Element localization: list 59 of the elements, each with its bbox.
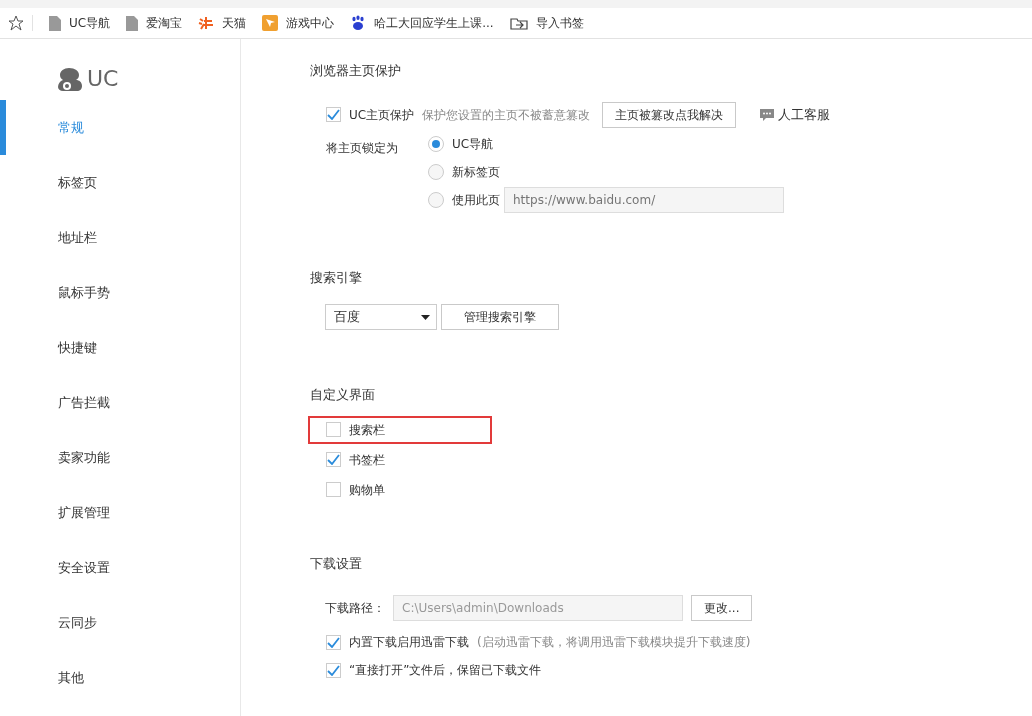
sidebar-item[interactable]: 快捷键 bbox=[0, 320, 240, 375]
bookmark-link[interactable]: UC导航 bbox=[69, 14, 111, 32]
sidebar-item[interactable]: 卖家功能 bbox=[0, 430, 240, 485]
change-button[interactable]: 更改... bbox=[691, 595, 753, 621]
checkbox-label: “直接打开”文件后，保留已下载文件 bbox=[349, 662, 542, 679]
tmall-icon bbox=[198, 16, 215, 30]
cursor-icon bbox=[262, 15, 279, 31]
checkbox-label: UC主页保护 bbox=[349, 106, 415, 124]
checkbox[interactable] bbox=[326, 662, 341, 678]
bookmark-link[interactable]: 爱淘宝 bbox=[146, 14, 183, 32]
sidebar-item[interactable]: 广告拦截 bbox=[0, 375, 240, 430]
checkbox[interactable] bbox=[326, 422, 341, 437]
sidebar-item[interactable]: 云同步 bbox=[0, 595, 240, 650]
sidebar-item[interactable]: 鼠标手势 bbox=[0, 265, 240, 320]
logo-icon bbox=[55, 65, 83, 92]
sidebar-item[interactable]: 常规 bbox=[0, 100, 240, 155]
bookmark-link[interactable]: 导入书签 bbox=[535, 14, 584, 32]
radio-label: 使用此页 bbox=[452, 191, 500, 209]
checkbox[interactable] bbox=[326, 482, 341, 497]
sidebar-item[interactable]: 其他 bbox=[0, 650, 240, 705]
radio-button[interactable] bbox=[428, 191, 444, 208]
sidebar-item[interactable]: 地址栏 bbox=[0, 210, 240, 265]
radio-button[interactable] bbox=[428, 163, 444, 180]
service-link[interactable]: 人工客服 bbox=[760, 104, 831, 125]
sidebar-item[interactable]: 标签页 bbox=[0, 155, 240, 210]
checkbox-label: 内置下载启用迅雷下载 bbox=[349, 634, 469, 651]
section-title: 自定义界面 bbox=[310, 386, 376, 404]
bookmark-link[interactable]: 游戏中心 bbox=[286, 14, 335, 32]
page-icon bbox=[126, 15, 139, 31]
import-icon bbox=[509, 16, 528, 30]
sidebar-item[interactable]: 扩展管理 bbox=[0, 485, 240, 540]
radio-label: UC导航 bbox=[452, 135, 494, 153]
checkbox[interactable] bbox=[326, 452, 341, 467]
chat-icon bbox=[760, 108, 775, 121]
section-title: 浏览器主页保护 bbox=[310, 62, 402, 80]
sidebar-item[interactable]: 安全设置 bbox=[0, 540, 240, 595]
checkbox-label: 书签栏 bbox=[349, 451, 385, 469]
logo-text: UC bbox=[87, 65, 119, 93]
hint-text: 保护您设置的主页不被蓄意篡改 bbox=[422, 106, 591, 124]
radio-button[interactable] bbox=[428, 135, 444, 152]
checkbox[interactable] bbox=[326, 634, 341, 650]
manage-button[interactable]: 管理搜索引擎 bbox=[441, 304, 559, 330]
checkbox-label: 搜索栏 bbox=[349, 421, 385, 439]
star-icon[interactable] bbox=[8, 15, 33, 31]
radio-label: 新标签页 bbox=[452, 163, 500, 181]
fix-button[interactable]: 主页被篡改点我解决 bbox=[602, 101, 737, 128]
note-text: (启动迅雷下载，将调用迅雷下载模块提升下载速度) bbox=[477, 634, 751, 651]
section-title: 下载设置 bbox=[310, 554, 363, 573]
lock-label: 将主页锁定为 bbox=[326, 139, 399, 157]
page-icon bbox=[49, 15, 61, 31]
section-title: 搜索引擎 bbox=[310, 268, 363, 287]
path-label: 下载路径： bbox=[325, 600, 385, 617]
url-field[interactable]: https://www.baidu.com/ bbox=[504, 186, 784, 213]
caret-icon bbox=[421, 314, 430, 320]
bookmark-link[interactable]: 天猫 bbox=[222, 14, 247, 32]
checkbox[interactable] bbox=[326, 107, 341, 122]
checkbox-label: 购物单 bbox=[349, 481, 385, 499]
bookmark-link[interactable]: 哈工大回应学生上课... bbox=[374, 14, 494, 32]
engine-dropdown[interactable]: 百度 bbox=[325, 304, 437, 330]
